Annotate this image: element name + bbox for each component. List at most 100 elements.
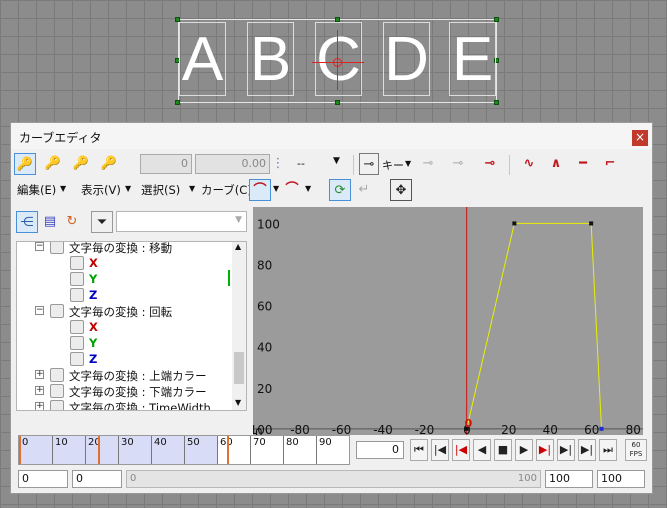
timeline-tick: [52, 436, 53, 464]
expand-toggle-icon[interactable]: +: [35, 370, 44, 379]
y-tick-label: 20: [257, 382, 272, 396]
play-icon[interactable]: ▶: [515, 439, 533, 461]
letter-glyph: D: [383, 22, 430, 96]
interp-smooth-icon[interactable]: ∿: [518, 153, 540, 175]
stop-icon[interactable]: ■: [494, 439, 512, 461]
scroll-down-icon[interactable]: ▼: [235, 398, 241, 407]
end-frame2-field[interactable]: 100: [597, 470, 645, 488]
tree-axis-label: Z: [89, 352, 98, 366]
chevron-down-icon[interactable]: ▼: [125, 184, 131, 193]
range-start2-field[interactable]: 0: [72, 470, 122, 488]
y-tick-label: 100: [257, 217, 280, 231]
current-frame-field[interactable]: 0: [356, 441, 404, 459]
key-prev-icon[interactable]: ⊸: [417, 153, 439, 175]
go-end-icon[interactable]: ⏭: [599, 439, 617, 461]
interp-flat-icon[interactable]: ━: [572, 153, 594, 175]
chevron-down-icon[interactable]: ▼: [189, 184, 195, 193]
tree-scrollbar[interactable]: ▲ ▼: [232, 242, 246, 410]
chevron-down-icon[interactable]: ▼: [273, 184, 279, 193]
expand-toggle-icon[interactable]: −: [35, 306, 44, 315]
curve-channel-icon: [70, 320, 84, 334]
return-icon[interactable]: ↵: [353, 179, 375, 201]
add-key-tool-icon[interactable]: 🔑: [42, 153, 64, 175]
key-next-icon[interactable]: ⊸: [447, 153, 469, 175]
chevron-down-icon[interactable]: ▼: [405, 159, 411, 168]
next-key-icon[interactable]: ▶|: [578, 439, 596, 461]
filter-icon[interactable]: ⏷: [91, 211, 113, 233]
fit-view-icon[interactable]: ✥: [390, 179, 412, 201]
pivot-crosshair-center[interactable]: [333, 58, 342, 67]
timeline-tick-label: 40: [154, 437, 167, 448]
frame-range-slider[interactable]: 0 100: [126, 470, 541, 488]
scrollbar-thumb[interactable]: [234, 352, 244, 384]
go-start-icon[interactable]: ⏮: [410, 439, 428, 461]
range-start-field[interactable]: 0: [18, 470, 68, 488]
chart-key-tool-icon[interactable]: 🔑: [70, 153, 92, 175]
chevron-down-icon[interactable]: ▼: [235, 215, 242, 225]
menu-select[interactable]: 選択(S): [141, 182, 180, 198]
tree-axis-label: X: [89, 320, 98, 334]
interp-linear-icon[interactable]: ∧: [545, 153, 567, 175]
curve-channel-icon: [70, 256, 84, 270]
expand-toggle-icon[interactable]: −: [35, 242, 44, 251]
slider-icon[interactable]: ⋮: [271, 153, 285, 175]
expand-toggle-icon[interactable]: +: [35, 386, 44, 395]
key-icon[interactable]: ⊸: [359, 153, 379, 175]
selection-handle[interactable]: [494, 100, 499, 105]
edit-key-tool-icon[interactable]: 🔑: [14, 153, 36, 175]
timeline-ruler[interactable]: 0102030405060708090: [18, 435, 350, 465]
x-tick-label: -100: [253, 423, 272, 435]
end-frame-field[interactable]: 100: [545, 470, 593, 488]
curve-keyframe-point[interactable]: [512, 221, 517, 226]
selection-handle[interactable]: [175, 100, 180, 105]
animation-curve-line: [466, 222, 603, 429]
prev-key-icon[interactable]: |◀: [431, 439, 449, 461]
selection-handle[interactable]: [335, 100, 340, 105]
step-forward-icon[interactable]: ▶|: [557, 439, 575, 461]
key-break-icon[interactable]: ⊸: [479, 153, 501, 175]
x-tick-label: -40: [373, 423, 393, 435]
curve-mode-icon[interactable]: ⌒: [249, 179, 271, 201]
key-value-field[interactable]: 0.00: [195, 154, 270, 174]
layers-icon[interactable]: ▤: [39, 211, 61, 233]
curve-mode-alt-icon[interactable]: ⌒: [281, 179, 303, 201]
refresh-icon[interactable]: ⟳: [329, 179, 351, 201]
title-bar[interactable]: カーブエディタ ×: [11, 123, 652, 149]
chevron-down-icon[interactable]: ▼: [305, 184, 311, 193]
tree-hierarchy-icon[interactable]: ⋲: [16, 211, 38, 233]
menu-curve[interactable]: カーブ(C): [201, 182, 252, 198]
chevron-down-icon[interactable]: ▼: [333, 156, 340, 166]
timeline-tick: [250, 436, 251, 464]
frame-value-field[interactable]: 0: [140, 154, 192, 174]
next-frame-marker-icon[interactable]: ▶|: [536, 439, 554, 461]
timeline-key-marker[interactable]: [226, 436, 229, 464]
scroll-up-icon[interactable]: ▲: [235, 242, 241, 251]
key-menu-label[interactable]: キー: [382, 157, 404, 173]
tree-axis-label: Y: [89, 272, 98, 286]
timeline-key-marker[interactable]: [19, 436, 21, 464]
interp-step-icon[interactable]: ⌐: [599, 153, 621, 175]
timeline-tick-label: 80: [286, 437, 299, 448]
close-button[interactable]: ×: [632, 130, 648, 146]
tree-group-label: 文字毎の変換 : 移動: [69, 241, 173, 255]
letter-glyph: B: [247, 22, 294, 96]
curve-graph[interactable]: 100806040200-100-80-60-40-200204060800: [253, 207, 643, 435]
expand-toggle-icon[interactable]: +: [35, 402, 44, 410]
sync-icon[interactable]: ↻: [61, 211, 83, 233]
curve-keyframe-point[interactable]: [599, 426, 604, 431]
step-back-icon[interactable]: ◀: [473, 439, 491, 461]
filter-combo[interactable]: ▼: [116, 211, 247, 232]
timeline-tick-label: 10: [55, 437, 68, 448]
chevron-down-icon[interactable]: ▼: [60, 184, 66, 193]
timeline-key-marker[interactable]: [98, 436, 101, 464]
delete-key-tool-icon[interactable]: 🔑: [98, 153, 120, 175]
curve-graph-svg[interactable]: 100806040200-100-80-60-40-200204060800: [253, 207, 643, 435]
menu-edit[interactable]: 編集(E): [17, 182, 56, 198]
prev-frame-marker-icon[interactable]: |◀: [452, 439, 470, 461]
x-tick-label: -80: [290, 423, 310, 435]
curve-keyframe-point[interactable]: [589, 221, 594, 226]
menu-view[interactable]: 表示(V): [81, 182, 121, 198]
x-tick-label: -20: [415, 423, 435, 435]
interpolation-select[interactable]: --: [297, 157, 305, 170]
fps-button[interactable]: 60 FPS: [625, 439, 647, 461]
